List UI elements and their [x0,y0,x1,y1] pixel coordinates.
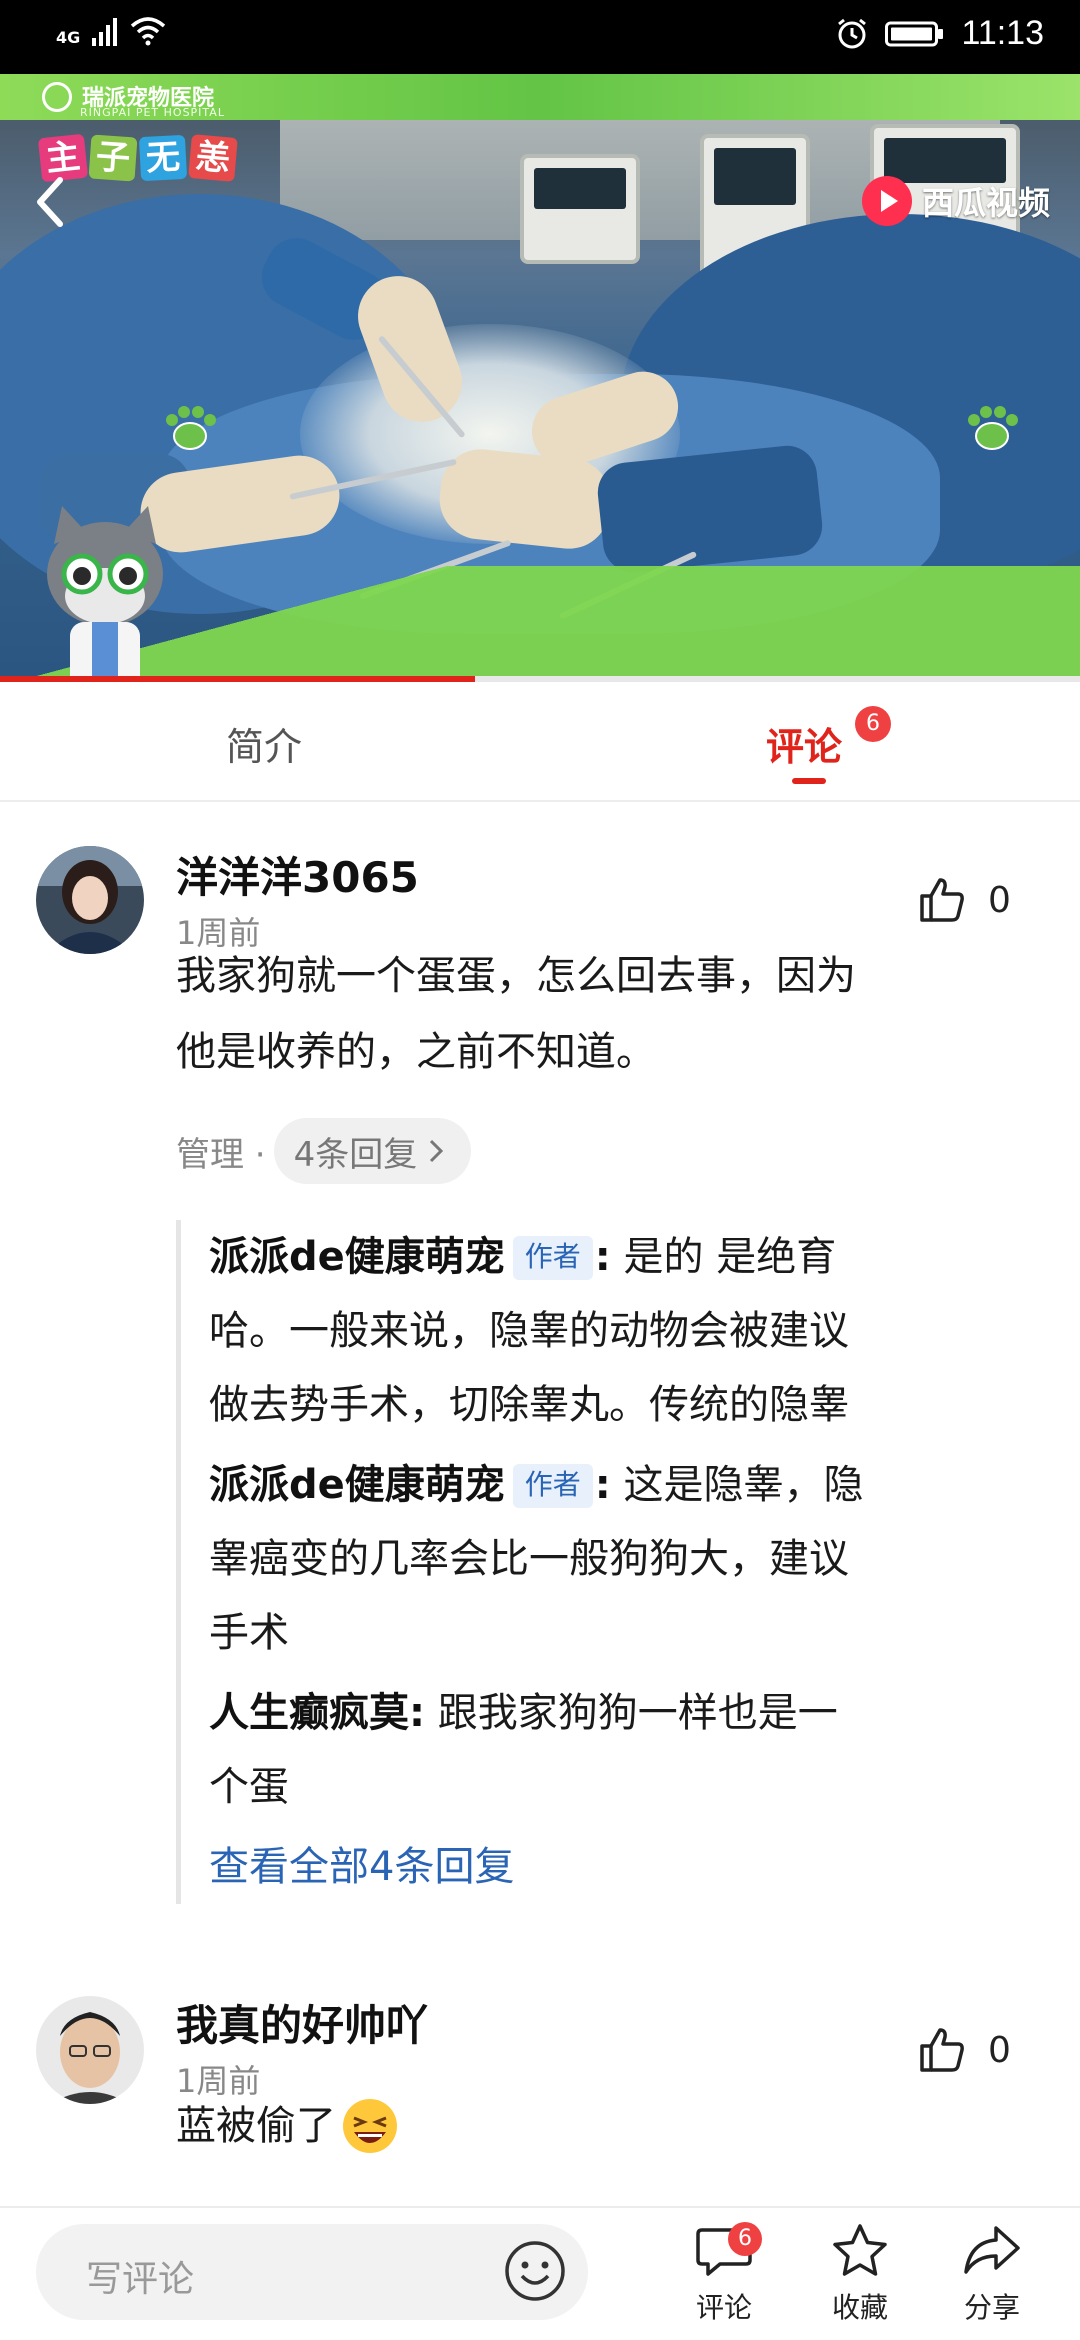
comment-action-button[interactable]: 评论 6 [676,2222,772,2326]
comment-text-line: 他是收养的，之前不知道。 [176,1029,656,1075]
reply-text: 睾癌变的几率会比一般狗狗大，建议 [209,1536,849,1582]
favorite-button[interactable]: 收藏 [812,2222,908,2326]
like-button[interactable]: 0 [918,2026,1011,2074]
reply-count-label: 4条回复 [293,1134,418,1175]
clock: 11:13 [961,14,1044,52]
star-icon [833,2224,887,2276]
comments-count-badge: 6 [855,706,891,742]
show-title-char: 子 [88,134,138,182]
comment-item: 洋洋洋3065 1周前 0 我家狗就一个蛋蛋，怎么回去事，因为 他是收养的，之前… [0,830,1080,1940]
tab-intro[interactable]: 简介 [226,716,302,771]
video-scene-sleeve [594,442,826,576]
laughing-emoji-icon [343,2099,397,2153]
wifi-icon [131,17,166,46]
video-player[interactable]: 瑞派宠物医院 RINGPAI PET HOSPITAL 主 子 无 恙 西瓜视频 [0,74,1080,676]
emoji-icon[interactable] [502,2238,568,2304]
platform-watermark: 西瓜视频 [861,176,1050,226]
reply-colon: : [594,1234,611,1280]
write-comment-input[interactable]: 写评论 [36,2224,588,2320]
chevron-right-icon [430,1139,444,1163]
signal-icon [92,18,118,46]
hospital-logo-icon [42,82,72,112]
comment-text: 我家狗就一个蛋蛋，怎么回去事，因为 他是收养的，之前不知道。 [176,938,1016,1090]
reply-item[interactable]: 派派de健康萌宠 作者: 是的 是绝育 哈。一般来说，隐睾的动物会被建议 做去势手… [209,1220,1006,1442]
avatar[interactable] [36,846,144,954]
comment-text-line: 我家狗就一个蛋蛋，怎么回去事，因为 [176,953,856,999]
favorite-label: 收藏 [831,2291,888,2324]
comment-username[interactable]: 洋洋洋3065 [176,844,419,905]
reply-colon: : [409,1690,425,1736]
back-arrow-icon[interactable] [30,172,70,232]
reply-text: 做去势手术，切除睾丸。传统的隐睾 [209,1382,849,1428]
video-scene-monitor [520,154,640,264]
replies-toggle-button[interactable]: 4条回复 [273,1118,472,1184]
comment-meta-row: 管理 · 4条回复 [176,1118,472,1184]
reply-text: 跟我家狗狗一样也是一 [425,1690,838,1736]
comment-text-line: 蓝被偷了 [176,2103,336,2149]
share-arrow-icon [964,2226,1020,2274]
hospital-logo-subtitle: RINGPAI PET HOSPITAL [80,106,225,119]
network-type: 4G [56,28,81,47]
reply-author[interactable]: 人生癫疯莫 [209,1690,409,1736]
reply-author[interactable]: 派派de健康萌宠 [209,1234,505,1280]
thumbs-up-icon [920,2028,964,2072]
author-tag: 作者 [512,1464,593,1508]
reply-text: 手术 [209,1610,289,1656]
share-button[interactable]: 分享 [944,2222,1040,2326]
write-comment-placeholder: 写评论 [86,2259,195,2300]
bottom-action-bar: 写评论 评论 6 收藏 分享 [0,2206,1080,2340]
reply-thread: 派派de健康萌宠 作者: 是的 是绝育 哈。一般来说，隐睾的动物会被建议 做去势手… [176,1220,1006,1904]
platform-name: 西瓜视频 [921,185,1050,221]
like-count: 0 [988,2029,1011,2071]
comment-item: 我真的好帅吖 1周前 0 蓝被偷了 [0,1990,1080,2200]
status-left: 4G [56,16,166,46]
cat-mascot-icon [47,506,163,676]
avatar[interactable] [36,1996,144,2104]
reply-text: 哈。一般来说，隐睾的动物会被建议 [209,1308,849,1354]
comment-count-badge: 6 [728,2222,762,2256]
reply-text: 是的 是绝育 [610,1234,837,1280]
share-label: 分享 [963,2291,1020,2324]
active-tab-indicator [792,778,826,784]
show-title-char: 恙 [188,134,238,182]
manage-link[interactable]: 管理 · [176,1127,266,1176]
tab-bar: 简介 评论 6 [0,682,1080,802]
reply-item[interactable]: 人生癫疯莫: 跟我家狗狗一样也是一 个蛋 [209,1676,1006,1824]
reply-text: 这是隐睾，隐 [610,1462,864,1508]
reply-text: 个蛋 [209,1764,289,1810]
tab-comments[interactable]: 评论 [766,716,842,771]
like-count: 0 [988,879,1011,921]
view-all-replies-link[interactable]: 查看全部4条回复 [209,1830,1006,1904]
play-logo-icon [861,176,912,226]
show-title-char: 无 [138,134,188,182]
reply-colon: : [594,1462,611,1508]
battery-icon [885,21,944,46]
comment-username[interactable]: 我真的好帅吖 [176,1992,428,2053]
like-button[interactable]: 0 [918,876,1011,924]
thumbs-up-icon [920,878,964,922]
status-bar: 4G 11:13 [0,0,1080,74]
author-tag: 作者 [512,1236,593,1280]
reply-item[interactable]: 派派de健康萌宠 作者: 这是隐睾，隐 睾癌变的几率会比一般狗狗大，建议 手术 [209,1448,1006,1670]
status-right: 11:13 [835,14,1044,53]
reply-author[interactable]: 派派de健康萌宠 [209,1462,505,1508]
comment-action-label: 评论 [695,2291,752,2324]
alarm-icon [838,18,867,48]
comment-text: 蓝被偷了 [176,2088,1016,2164]
paw-icon [166,406,216,450]
paw-icon [968,406,1018,450]
